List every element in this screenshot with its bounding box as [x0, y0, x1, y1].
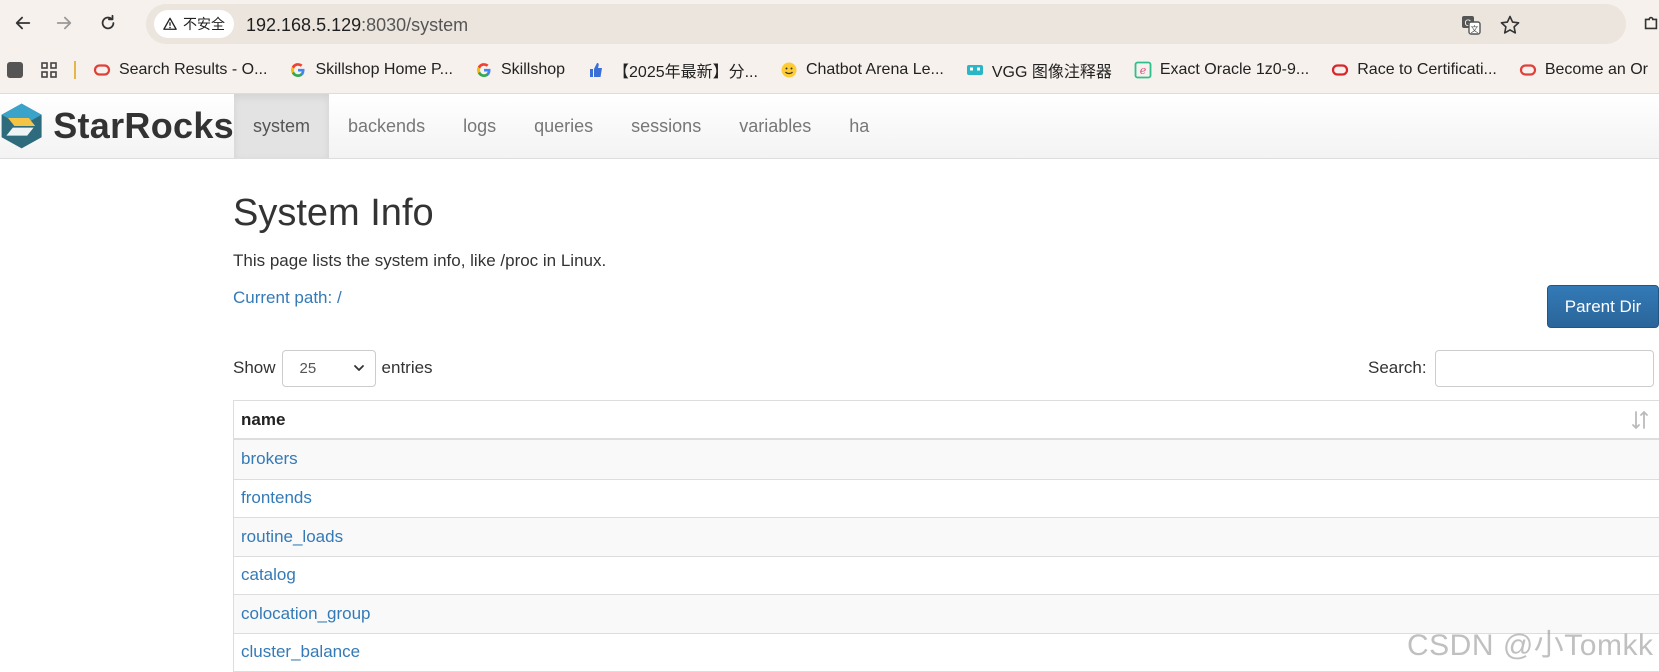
brand[interactable]: StarRocks	[0, 94, 234, 158]
brand-name: StarRocks	[53, 105, 234, 146]
bookmark-label: Exact Oracle 1z0-9...	[1159, 60, 1310, 78]
nav-tab-logs[interactable]: logs	[444, 94, 515, 158]
app-square-icon	[6, 61, 24, 79]
bookmark-label: Skillshop Home P...	[315, 60, 453, 78]
entries-select-value: 25	[299, 359, 317, 377]
nav-tab-variables[interactable]: variables	[720, 94, 830, 158]
page-description: This page lists the system info, like /p…	[233, 251, 607, 270]
oracle-icon	[1519, 61, 1537, 79]
oracle-icon	[1331, 61, 1349, 79]
exam-icon: e	[1134, 61, 1152, 79]
nav-tab-system[interactable]: system	[234, 94, 330, 158]
entries-select[interactable]: 25	[281, 349, 376, 387]
bookmark-item[interactable]: Search Results - O...	[82, 54, 279, 86]
parent-dir-button[interactable]: Parent Dir	[1547, 285, 1659, 328]
bookmark-label: Chatbot Arena Le...	[805, 60, 944, 78]
bookmark-item[interactable]: e Exact Oracle 1z0-9...	[1123, 54, 1320, 86]
search-label: Search:	[1368, 358, 1427, 377]
arrow-right-icon	[56, 16, 72, 30]
nav-tab-sessions[interactable]: sessions	[612, 94, 720, 158]
bookmark-item[interactable]: Chatbot Arena Le...	[769, 54, 955, 86]
translate-button[interactable]: G文	[1460, 14, 1482, 36]
url-path: :8030/system	[361, 15, 469, 35]
forward-button[interactable]	[49, 8, 79, 38]
entries-length-control: Show 25 entries	[233, 349, 433, 387]
bookmark-label: Become an Or	[1544, 60, 1648, 78]
table-row-link[interactable]: catalog	[234, 555, 1659, 595]
browser-toolbar: 不安全 192.168.5.129:8030/system G文	[0, 0, 1659, 46]
chevron-down-icon	[353, 365, 364, 371]
url-host: 192.168.5.129	[246, 15, 362, 35]
bookmark-item[interactable]: Race to Certificati...	[1320, 54, 1508, 86]
table-search-control: Search:	[1368, 349, 1654, 387]
bookmark-list: Search Results - O... Skillshop Home P...…	[82, 54, 1659, 86]
table-row-link[interactable]: routine_loads	[234, 517, 1659, 556]
bookmarks-separator	[74, 60, 76, 79]
reload-button[interactable]	[93, 8, 123, 38]
svg-text:e: e	[1140, 64, 1147, 77]
bookmark-item[interactable]: VGG 图像注释器	[955, 54, 1123, 86]
show-label: Show	[233, 358, 276, 377]
vgg-icon	[966, 61, 984, 79]
bookmark-item[interactable]: 【2025年最新】分...	[576, 54, 769, 86]
bookmark-item[interactable]: Become an Or	[1508, 54, 1659, 86]
bookmarks-bar: Search Results - O... Skillshop Home P...…	[0, 46, 1659, 94]
warning-icon	[163, 17, 177, 30]
watermark: CSDN @小Tomkk	[1407, 629, 1654, 662]
google-icon	[289, 61, 307, 79]
puzzle-icon	[1644, 16, 1658, 30]
nav-tab-queries[interactable]: queries	[515, 94, 612, 158]
security-chip[interactable]: 不安全	[154, 10, 234, 38]
app-navbar: StarRocks system backends logs queries sessi…	[0, 94, 1659, 159]
bookmark-item[interactable]: Skillshop	[464, 54, 576, 86]
entries-label: entries	[381, 358, 433, 377]
table-row-link[interactable]: frontends	[234, 478, 1659, 518]
star-icon	[1500, 15, 1520, 34]
translate-icon: G文	[1462, 16, 1481, 35]
bookmark-label: VGG 图像注释器	[991, 63, 1112, 81]
oracle-icon	[93, 61, 111, 79]
bookmark-label: Search Results - O...	[118, 60, 268, 78]
bookmark-star-button[interactable]	[1499, 14, 1521, 36]
table-row-link[interactable]: brokers	[234, 440, 1659, 479]
grid-icon	[40, 61, 58, 79]
security-label: 不安全	[183, 16, 225, 32]
back-button[interactable]	[8, 8, 38, 38]
bookmark-label: Skillshop	[500, 60, 566, 78]
column-header-label: name	[241, 409, 286, 429]
current-path: Current path: /	[233, 288, 342, 307]
extensions-button[interactable]	[1636, 8, 1659, 38]
sort-icon[interactable]	[1629, 409, 1651, 431]
nav-tabs: system backends logs queries sessions variabl…	[234, 94, 888, 158]
nav-tab-backends[interactable]: backends	[329, 94, 444, 158]
apps-grid-button[interactable]	[30, 54, 68, 86]
search-input[interactable]	[1434, 349, 1654, 387]
bookmark-label: Race to Certificati...	[1357, 60, 1497, 78]
bookmark-label: 【2025年最新】分...	[613, 63, 758, 81]
bookmark-item[interactable]: Skillshop Home P...	[278, 54, 464, 86]
starrocks-logo-icon	[1, 103, 42, 149]
apps-square-button[interactable]	[0, 54, 30, 86]
thumbs-up-icon	[587, 61, 605, 79]
address-bar[interactable]: 不安全 192.168.5.129:8030/system G文	[146, 4, 1626, 44]
hugging-face-icon	[780, 61, 798, 79]
reload-icon	[101, 14, 115, 30]
svg-text:文: 文	[1471, 24, 1479, 34]
page-title: System Info	[233, 192, 434, 234]
table-header-name[interactable]: name	[234, 401, 1659, 440]
url-text[interactable]: 192.168.5.129:8030/system	[246, 15, 468, 36]
nav-tab-ha[interactable]: ha	[830, 94, 888, 158]
google-icon	[475, 61, 493, 79]
arrow-left-icon	[15, 16, 31, 30]
